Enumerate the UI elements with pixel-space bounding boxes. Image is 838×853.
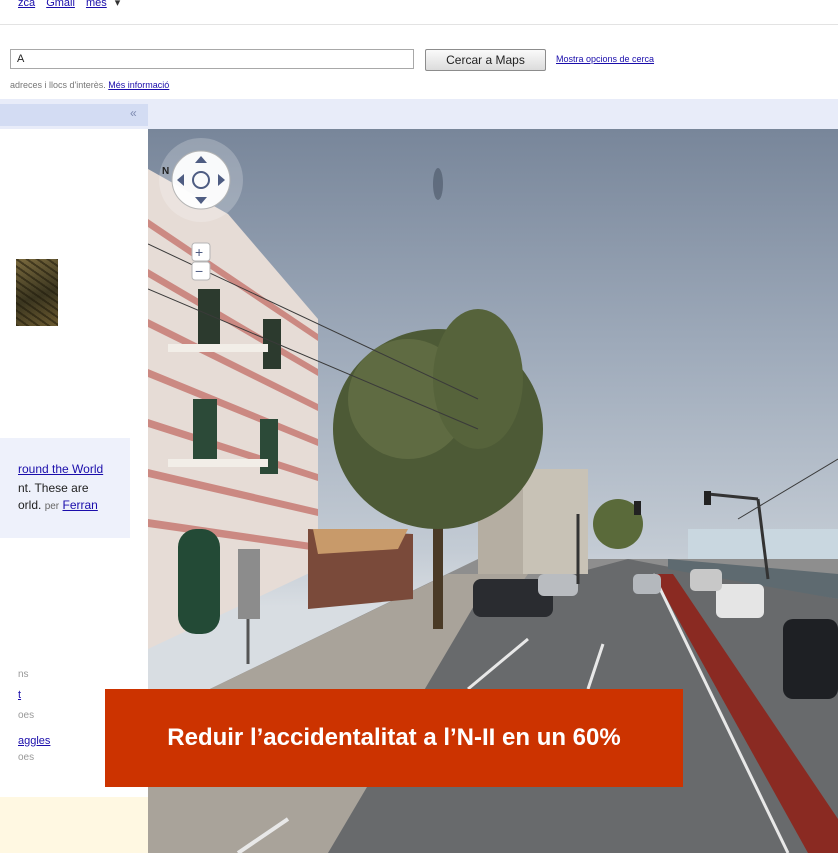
featured-text-end: orld. [18,498,42,512]
panel-item-text: oes [18,752,35,763]
light-arm [707,492,759,501]
traffic-light [634,501,641,515]
car [716,584,764,618]
sign-board [238,549,260,619]
panel-item-text: oes [18,710,35,721]
search-maps-button[interactable]: Cercar a Maps [425,49,546,71]
car [633,574,661,594]
header-divider [0,24,838,25]
window [193,399,217,461]
chevron-down-icon[interactable]: ▾ [115,0,121,9]
power-line [737,458,838,520]
balcony [168,344,268,352]
car [690,569,722,591]
panel-item-text: ns [18,669,29,680]
tree-canopy [433,309,523,449]
search-hint: adreces i llocs d'interès. Més informaci… [10,80,169,90]
car [783,619,838,699]
more-info-link[interactable]: Més informació [108,80,169,90]
featured-title: round the World [18,462,103,476]
panel-header [0,104,148,126]
caption-text: Reduir l’accidentalitat a l’N-II en un 6… [167,724,621,751]
search-input[interactable] [10,49,414,69]
parked-car [538,574,578,596]
panel-item-link[interactable]: t [18,689,21,701]
featured-author-link[interactable]: Ferran [62,498,97,512]
balcony [168,459,268,467]
panel-footer [0,797,148,853]
search-hint-text: adreces i llocs d'interès. [10,80,106,90]
lens-smudge [433,168,443,200]
top-link-more[interactable]: més [86,0,107,9]
top-links: zca Gmail més ▾ [18,0,128,9]
top-link-gmail[interactable]: Gmail [46,0,75,9]
zoom-in-label: + [195,244,203,260]
featured-text-line2: orld. per Ferran [18,498,98,512]
compass-north: N [162,166,169,177]
search-options-link[interactable]: Mostra opcions de cerca [556,54,654,64]
featured-by-label: per [44,501,60,512]
top-link-1[interactable]: zca [18,0,35,9]
zoom-out-label: − [195,263,203,279]
traffic-light [704,491,711,505]
panel-item-link[interactable]: aggles [18,735,50,747]
caption-banner: Reduir l’accidentalitat a l’N-II en un 6… [105,689,683,787]
door [178,529,220,634]
featured-title-link[interactable]: round the World [18,462,103,476]
photo-thumbnail[interactable] [16,259,58,326]
collapse-panel-button[interactable]: « [130,106,137,120]
featured-text-line1: nt. These are [18,481,89,495]
window [198,289,220,344]
